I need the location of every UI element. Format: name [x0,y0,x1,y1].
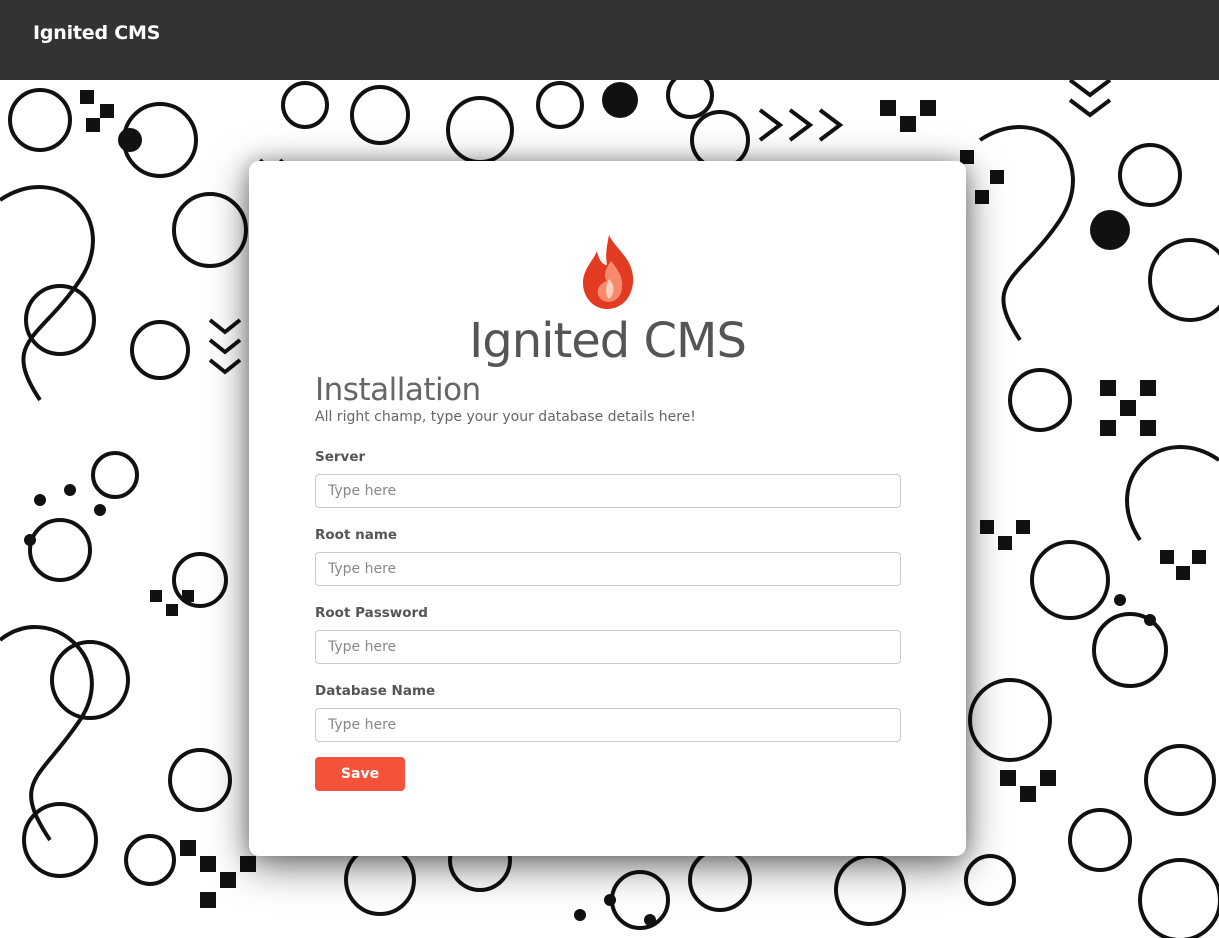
server-label: Server [315,449,366,465]
server-input[interactable] [315,474,901,508]
save-button[interactable]: Save [315,757,405,791]
root-password-input[interactable] [315,630,901,664]
root-name-input[interactable] [315,552,901,586]
root-password-label: Root Password [315,605,428,621]
installation-card: Ignited CMS Installation All right champ… [249,161,966,856]
flame-icon [579,231,639,311]
database-name-label: Database Name [315,683,436,699]
page-title: Installation [315,372,481,408]
database-name-input[interactable] [315,708,901,742]
top-navbar: Ignited CMS [0,0,1219,80]
root-name-label: Root name [315,527,398,543]
navbar-brand[interactable]: Ignited CMS [33,22,160,44]
page-subtitle: All right champ, type your your database… [315,409,696,425]
logo-wordmark: Ignited CMS [469,313,747,369]
